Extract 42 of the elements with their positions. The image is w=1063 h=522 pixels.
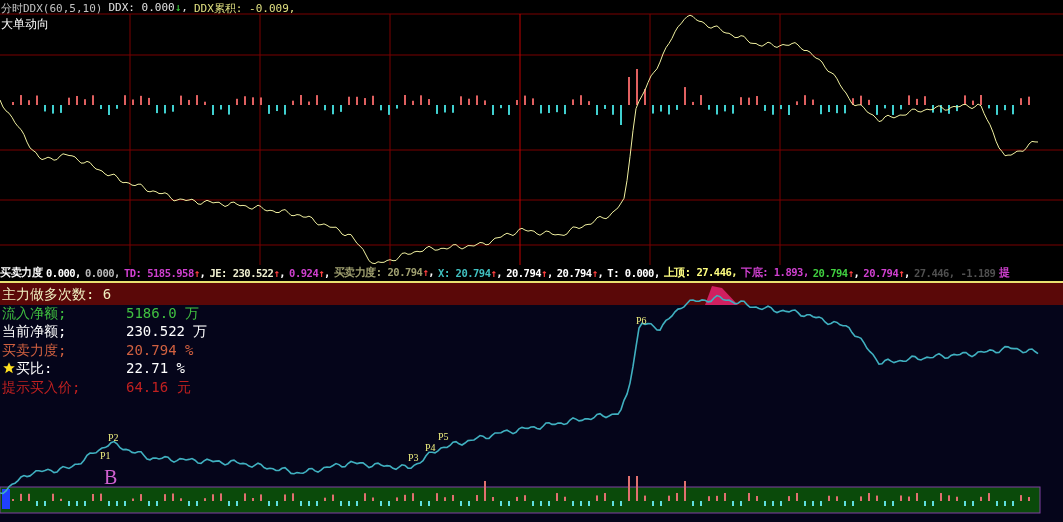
indicator-value: T: 0.000, [607,267,660,279]
stat-value: 22.71 % [126,359,185,378]
indicator-value: TD: 5185.958↑, [123,267,206,279]
indicator-value: 买卖力度 [0,266,42,280]
indicator-value: 0.000, [84,267,120,279]
stat-label: 流入净额; [2,303,68,322]
stat-value: 230.522 万 [126,322,208,341]
indicator-value: 上顶: 27.446, [663,266,738,280]
point-label: P2 [108,432,119,443]
indicator-value: 27.446, -1.189 [913,267,996,279]
point-label: P4 [425,442,436,453]
stat-label: 提示买入价; [2,377,82,396]
stat-value: 64.16 元 [126,377,191,396]
indicator-value: JE: 230.522↑, [209,267,286,279]
indicator-value: 20.794↑, [863,267,910,279]
peak-shape [705,286,738,305]
indicator-value: 下底: 1.893, [741,266,809,280]
point-label: P3 [408,452,419,463]
stat-label: 买卖力度; [2,340,68,359]
stat-value: 20.794 % [126,340,194,359]
volume-marker [2,489,10,509]
indicator-readout: DDX: 0.000↓, [108,1,188,16]
indicator-value: X: 20.794↑, [438,267,503,279]
indicator-value: 20.794↑, [812,267,860,279]
point-label: P1 [100,450,111,461]
chart-subtitle: 大单动向 [1,16,50,33]
star-icon [2,361,16,376]
indicator-value: 0.000, [46,267,81,279]
point-label: P6 [636,315,647,326]
indicator-readout: DDX累积: -0.009, [194,1,296,16]
stats-header: 主力做多次数: 6 [2,285,112,304]
stat-value: 5186.0 万 [126,303,199,322]
indicator-title: 分时DDX(60,5,10) [1,1,103,16]
indicator-value: 提 [999,266,1010,280]
indicator-value: 20.794↑, [506,267,553,279]
point-label: P5 [438,431,449,442]
indicator-value: 0.924↑, [289,267,330,279]
indicator-value: 20.794↑, [556,267,604,279]
stat-label: 当前净额; [2,322,68,341]
stat-label: 买比: [2,359,126,378]
buy-marker: B [104,466,118,488]
indicator-value: 买卖力度: 20.794↑, [333,266,435,280]
